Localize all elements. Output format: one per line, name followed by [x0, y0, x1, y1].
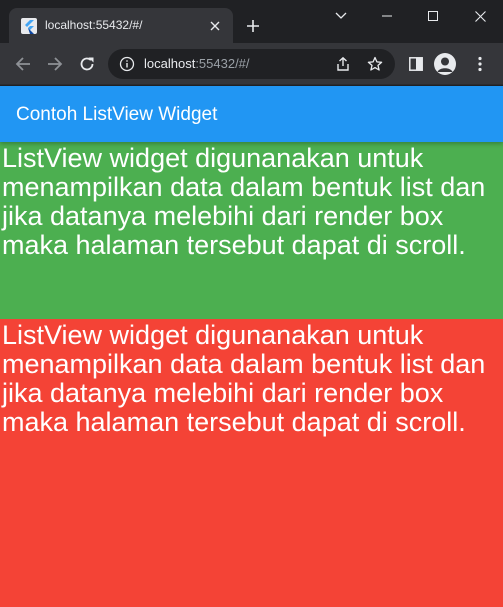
side-panel-icon[interactable]: [404, 52, 428, 76]
star-icon[interactable]: [366, 55, 384, 73]
flutter-icon: [21, 18, 37, 34]
address-bar[interactable]: localhost:55432/#/: [108, 49, 395, 79]
address-url: localhost:55432/#/: [144, 56, 250, 72]
new-tab-plus-icon[interactable]: [243, 16, 263, 36]
kebab-menu-icon[interactable]: [468, 52, 492, 76]
profile-avatar-icon[interactable]: [434, 53, 456, 75]
list-item-red: ListView widget digunanakan untuk menamp…: [0, 319, 503, 607]
browser-window: localhost:55432/#/ localhost:55432/#/ Co…: [0, 0, 503, 607]
app-bar: Contoh ListView Widget: [0, 86, 503, 142]
back-arrow-icon[interactable]: [11, 52, 35, 76]
minimize-icon[interactable]: [364, 0, 410, 32]
tab-strip: localhost:55432/#/: [0, 0, 503, 43]
reload-icon[interactable]: [75, 52, 99, 76]
app-bar-title: Contoh ListView Widget: [16, 104, 218, 125]
maximize-icon[interactable]: [410, 0, 456, 32]
close-tab-icon[interactable]: [207, 18, 223, 34]
forward-arrow-icon[interactable]: [43, 52, 67, 76]
tab-search-chevron-down-icon[interactable]: [318, 0, 364, 32]
url-host: localhost: [144, 56, 196, 71]
browser-tab[interactable]: localhost:55432/#/: [9, 8, 233, 43]
close-window-icon[interactable]: [457, 0, 503, 32]
page-viewport: Contoh ListView Widget ListView widget d…: [0, 86, 503, 607]
info-icon[interactable]: [119, 56, 135, 72]
url-path: :55432/#/: [195, 56, 250, 71]
share-icon[interactable]: [334, 55, 352, 73]
tab-title: localhost:55432/#/: [45, 18, 143, 32]
list-view[interactable]: ListView widget digunanakan untuk menamp…: [0, 142, 503, 607]
browser-toolbar: localhost:55432/#/: [0, 43, 503, 85]
list-item-green: ListView widget digunanakan untuk menamp…: [0, 142, 503, 319]
